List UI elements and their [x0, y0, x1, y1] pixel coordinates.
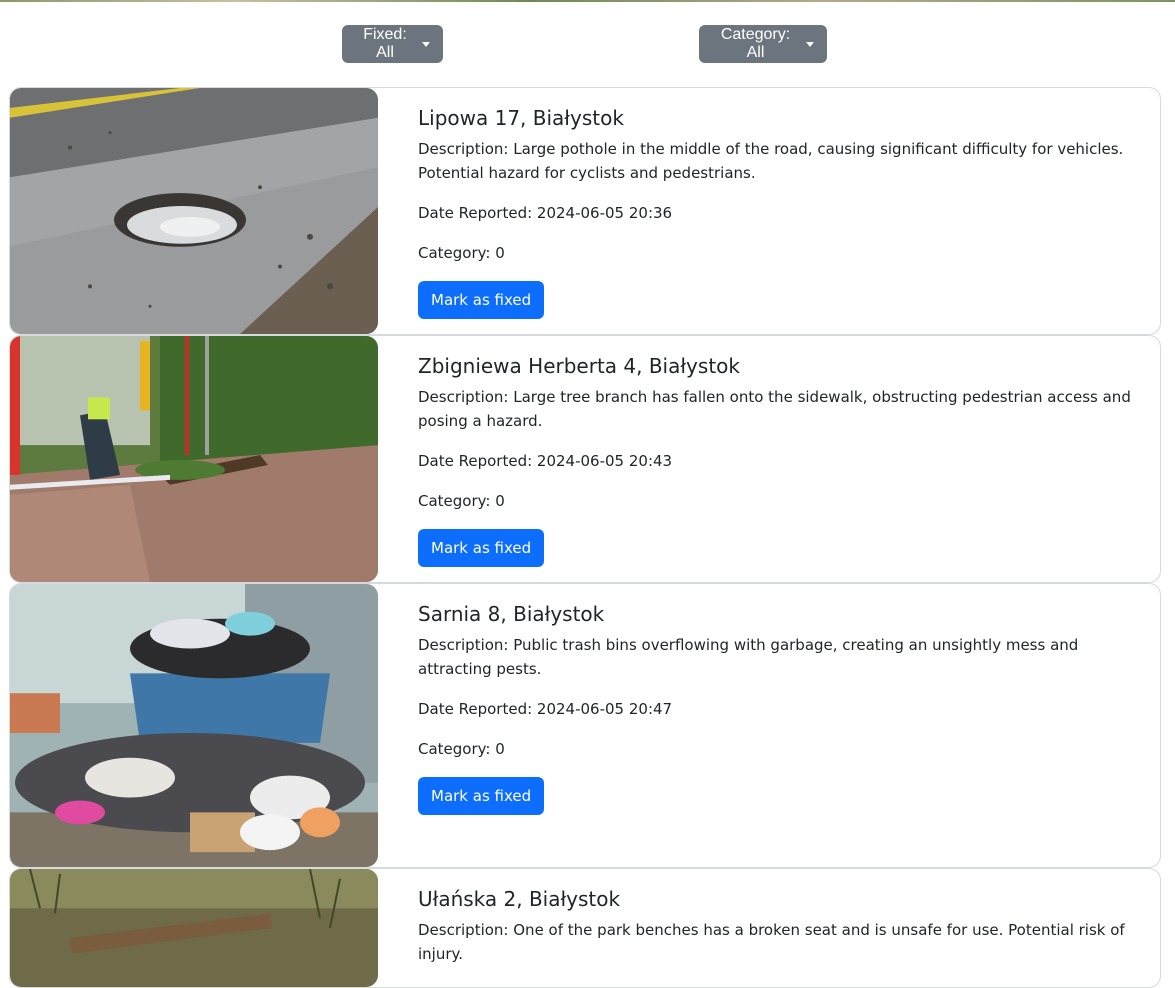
report-address: Lipowa 17, Białystok — [418, 106, 624, 130]
broken-bench-photo — [10, 869, 378, 987]
pothole-photo — [10, 88, 378, 334]
report-date: Date Reported: 2024-06-05 20:36 — [418, 204, 673, 222]
top-image-strip — [0, 0, 1175, 2]
fixed-filter-dropdown[interactable]: Fixed: All — [342, 25, 443, 63]
report-category: Category: 0 — [418, 740, 505, 758]
category-filter-label: Category: All — [720, 26, 791, 61]
report-address: Zbigniewa Herberta 4, Białystok — [418, 354, 740, 378]
report-card: Ułańska 2, Białystok Description: One of… — [9, 868, 1161, 988]
fixed-filter-label: Fixed: All — [363, 26, 407, 61]
report-card: Zbigniewa Herberta 4, Białystok Descript… — [9, 335, 1161, 583]
category-filter-dropdown[interactable]: Category: All — [699, 25, 827, 63]
report-date: Date Reported: 2024-06-05 20:47 — [418, 700, 673, 718]
report-date: Date Reported: 2024-06-05 20:43 — [418, 452, 673, 470]
report-category: Category: 0 — [418, 244, 505, 262]
report-card: Sarnia 8, Białystok Description: Public … — [9, 583, 1161, 868]
caret-down-icon — [806, 42, 814, 47]
report-address: Sarnia 8, Białystok — [418, 602, 605, 626]
report-description: Description: Large tree branch has falle… — [418, 388, 1131, 430]
report-description: Description: Large pothole in the middle… — [418, 140, 1124, 182]
mark-as-fixed-button[interactable]: Mark as fixed — [418, 281, 545, 319]
overflowing-trash-photo — [10, 584, 378, 867]
caret-down-icon — [422, 42, 430, 47]
mark-as-fixed-button[interactable]: Mark as fixed — [418, 777, 545, 815]
mark-as-fixed-button[interactable]: Mark as fixed — [418, 529, 545, 567]
report-description: Description: One of the park benches has… — [418, 921, 1125, 963]
report-address: Ułańska 2, Białystok — [418, 887, 621, 911]
report-description: Description: Public trash bins overflowi… — [418, 636, 1079, 678]
report-category: Category: 0 — [418, 492, 505, 510]
report-card: Lipowa 17, Białystok Description: Large … — [9, 87, 1161, 335]
fallen-branch-photo — [10, 336, 378, 582]
